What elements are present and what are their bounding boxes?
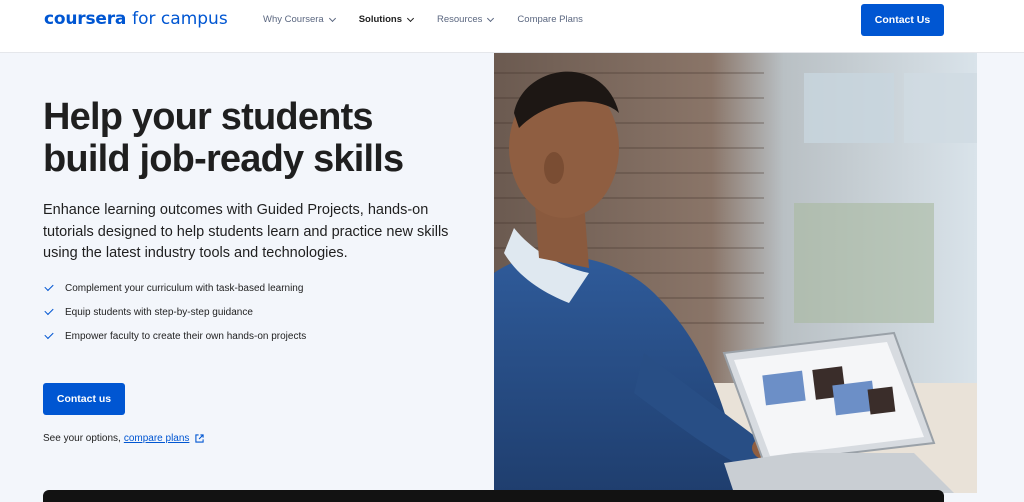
hero-headline: Help your students build job-ready skill…: [43, 96, 473, 180]
nav-label: Resources: [437, 14, 483, 25]
nav-label: Solutions: [358, 14, 402, 25]
hero-lead-text: Enhance learning outcomes with Guided Pr…: [43, 202, 449, 261]
site-header: coursera for campus Why Coursera Solutio…: [0, 0, 1024, 53]
benefit-text: Empower faculty to create their own hand…: [65, 330, 307, 342]
logo-brand: coursera: [44, 9, 127, 29]
check-icon: [44, 329, 54, 340]
headline-line-2: build job-ready skills: [43, 138, 404, 180]
chevron-down-icon: [328, 14, 336, 22]
chevron-down-icon: [406, 14, 415, 22]
benefit-list: Complement your curriculum with task-bas…: [44, 276, 307, 348]
list-item: Empower faculty to create their own hand…: [44, 324, 307, 348]
external-link-icon[interactable]: [195, 434, 205, 443]
hero-edge: [977, 53, 1024, 502]
contact-us-button[interactable]: Contact us: [43, 383, 125, 415]
student-at-laptop-photo: [494, 53, 977, 493]
see-options: See your options, compare plans: [43, 433, 205, 444]
benefit-text: Complement your curriculum with task-bas…: [65, 282, 304, 294]
main-nav: Why Coursera Solutions Resources Compare…: [263, 14, 607, 25]
next-section-bar: [43, 490, 944, 502]
nav-why-coursera[interactable]: Why Coursera: [263, 14, 336, 25]
chevron-down-icon: [487, 14, 495, 22]
list-item: Equip students with step-by-step guidanc…: [44, 300, 306, 324]
nav-resources[interactable]: Resources: [437, 14, 495, 25]
nav-label: Why Coursera: [263, 14, 324, 25]
nav-label: Compare Plans: [517, 14, 583, 25]
compare-plans-link[interactable]: compare plans: [124, 433, 190, 444]
check-icon: [44, 281, 54, 292]
options-prefix: See your options,: [43, 433, 121, 444]
nav-compare-plans[interactable]: Compare Plans: [517, 14, 582, 25]
contact-us-header-button[interactable]: Contact Us: [861, 4, 944, 36]
list-item: Complement your curriculum with task-bas…: [44, 276, 306, 300]
benefit-text: Equip students with step-by-step guidanc…: [65, 306, 253, 318]
headline-line-1: Help your students: [43, 96, 374, 138]
check-icon: [44, 305, 54, 316]
logo-suffix: for campus: [132, 9, 228, 29]
nav-solutions[interactable]: Solutions: [358, 14, 415, 25]
coursera-logo[interactable]: coursera for campus: [44, 9, 228, 31]
